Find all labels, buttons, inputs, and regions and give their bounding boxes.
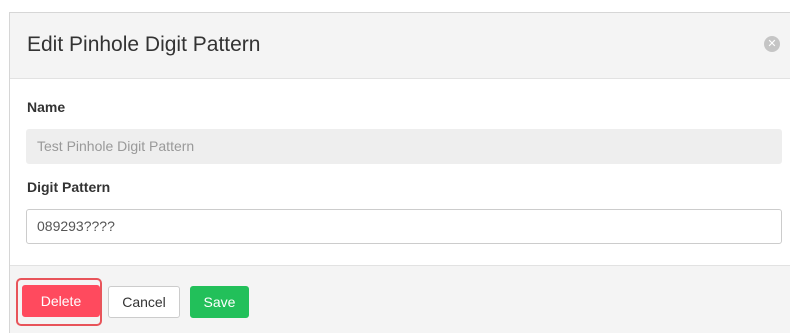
delete-button[interactable]: Delete xyxy=(22,285,100,317)
name-label: Name xyxy=(27,99,66,115)
cancel-button[interactable]: Cancel xyxy=(108,286,180,318)
close-icon[interactable]: ✕ xyxy=(764,36,780,52)
dialog-header: Edit Pinhole Digit Pattern ✕ xyxy=(10,13,790,79)
digit-pattern-input[interactable]: 089293???? xyxy=(26,209,782,244)
edit-dialog: Edit Pinhole Digit Pattern ✕ Name Test P… xyxy=(9,12,790,333)
name-field: Test Pinhole Digit Pattern xyxy=(26,129,782,164)
dialog-footer: Delete Cancel Save xyxy=(10,265,790,333)
save-button[interactable]: Save xyxy=(190,286,249,318)
digit-pattern-label: Digit Pattern xyxy=(27,179,111,195)
dialog-title: Edit Pinhole Digit Pattern xyxy=(27,33,261,56)
